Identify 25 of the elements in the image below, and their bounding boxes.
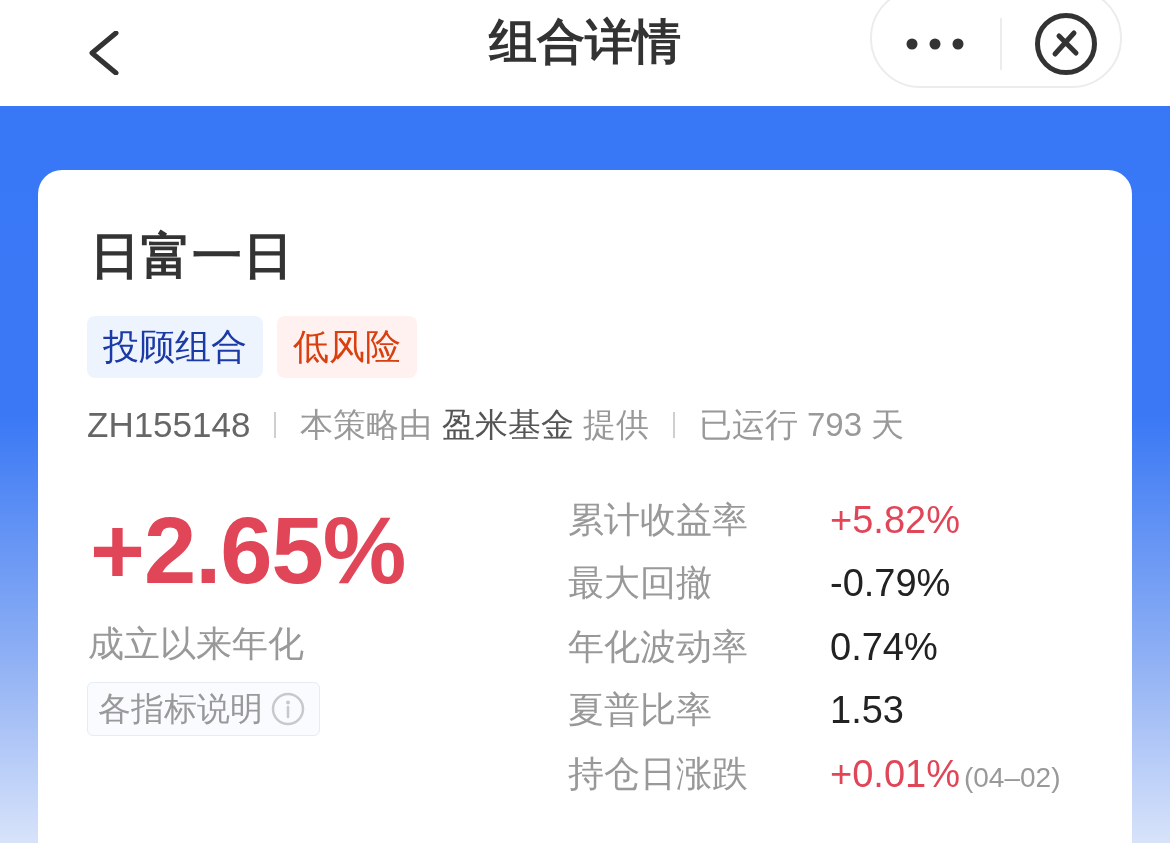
annualized-return: +2.65% [90,504,406,598]
more-icon[interactable] [906,38,964,50]
provider-text: 本策略由 盈米基金 提供 [300,405,649,445]
page-title: 组合详情 [489,14,681,70]
metric-label: 累计收益率 [568,497,749,542]
metric-date: (04–02) [963,761,1061,794]
metric-label: 最大回撤 [568,561,713,606]
type-tag: 投顾组合 [87,316,263,378]
portfolio-code: ZH155148 [87,404,251,446]
metric-label: 持仓日涨跌 [568,751,749,796]
metric-value: +0.01% [830,751,960,796]
annualized-caption: 成立以来年化 [88,622,304,666]
metric-value: 1.53 [830,688,904,733]
metric-label: 夏普比率 [568,688,713,733]
info-icon [271,692,305,726]
metric-value: -0.79% [830,561,951,606]
indicator-help-button[interactable]: 各指标说明 [87,682,320,736]
close-icon[interactable] [1034,12,1098,76]
portfolio-name: 日富一日 [90,227,295,286]
risk-tag: 低风险 [277,316,417,378]
metric-label: 年化波动率 [568,624,749,669]
running-days: 已运行 793 天 [698,403,905,447]
metric-value: 0.74% [830,624,938,669]
back-icon[interactable] [88,31,120,75]
metric-value: +5.82% [830,497,960,542]
